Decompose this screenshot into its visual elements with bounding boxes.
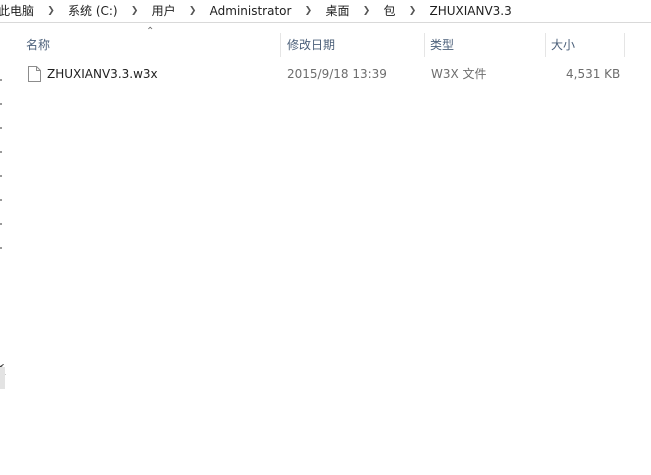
column-divider[interactable] <box>424 33 425 57</box>
nav-expand-icon[interactable] <box>0 79 2 81</box>
nav-scrollbar[interactable] <box>0 367 5 389</box>
column-size[interactable]: 大小 <box>551 33 575 57</box>
nav-expand-icon[interactable] <box>0 103 2 105</box>
breadcrumb-this-pc[interactable]: 此电脑 <box>0 3 36 19</box>
chevron-right-icon[interactable]: ❯ <box>360 3 372 19</box>
column-divider[interactable] <box>545 33 546 57</box>
nav-expand-icon[interactable] <box>0 247 2 249</box>
sort-ascending-icon: ⌃ <box>146 26 155 37</box>
file-row[interactable]: ZHUXIANV3.3.w3x 2015/9/18 13:39 W3X 文件 4… <box>8 63 638 85</box>
breadcrumb-desktop[interactable]: 桌面 <box>323 3 351 19</box>
breadcrumb-bao[interactable]: 包 <box>381 3 397 19</box>
column-header: ⌃ 名称 修改日期 类型 大小 <box>8 26 651 57</box>
file-size: 4,531 KB <box>566 67 621 81</box>
file-modified: 2015/9/18 13:39 <box>287 67 387 81</box>
breadcrumb-administrator[interactable]: Administrator <box>208 3 294 19</box>
breadcrumb-users[interactable]: 用户 <box>150 3 178 19</box>
nav-expand-icon[interactable] <box>0 199 2 201</box>
breadcrumb: 此电脑 ❯ 系统 (C:) ❯ 用户 ❯ Administrator ❯ 桌面 … <box>0 3 514 19</box>
breadcrumb-system-drive[interactable]: 系统 (C:) <box>66 3 120 19</box>
column-divider[interactable] <box>280 33 281 57</box>
chevron-right-icon[interactable]: ❯ <box>129 3 141 19</box>
chevron-right-icon[interactable]: ❯ <box>45 3 57 19</box>
nav-expand-icon[interactable] <box>0 175 2 177</box>
breadcrumb-current-folder[interactable]: ZHUXIANV3.3 <box>427 3 513 19</box>
address-bar[interactable]: 此电脑 ❯ 系统 (C:) ❯ 用户 ❯ Administrator ❯ 桌面 … <box>0 0 651 23</box>
nav-expand-icon[interactable] <box>0 127 2 129</box>
nav-expand-icon[interactable] <box>0 151 2 153</box>
chevron-right-icon[interactable]: ❯ <box>406 3 418 19</box>
column-divider[interactable] <box>624 33 625 57</box>
column-modified[interactable]: 修改日期 <box>287 33 335 57</box>
nav-expand-icon[interactable] <box>0 223 2 225</box>
column-type[interactable]: 类型 <box>430 33 454 57</box>
chevron-right-icon[interactable]: ❯ <box>302 3 314 19</box>
column-name[interactable]: 名称 <box>26 33 50 57</box>
file-icon <box>28 66 41 82</box>
file-type: W3X 文件 <box>431 67 487 81</box>
navigation-pane[interactable]: 爻 <box>0 24 8 475</box>
chevron-right-icon[interactable]: ❯ <box>187 3 199 19</box>
file-name[interactable]: ZHUXIANV3.3.w3x <box>47 63 158 85</box>
